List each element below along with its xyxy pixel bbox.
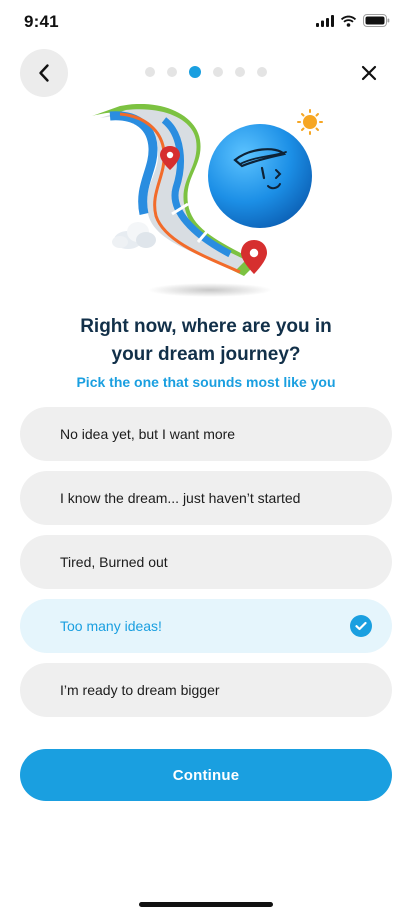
status-icons: [316, 14, 390, 27]
ground-shadow: [148, 283, 272, 297]
continue-button[interactable]: Continue: [20, 749, 392, 801]
close-button[interactable]: [356, 60, 382, 86]
option-item[interactable]: Too many ideas!: [20, 599, 392, 653]
progress-dot: [213, 67, 223, 77]
option-label: No idea yet, but I want more: [60, 426, 236, 442]
sun: [297, 109, 323, 135]
option-item[interactable]: No idea yet, but I want more: [20, 407, 392, 461]
question-line-1: Right now, where are you in: [80, 316, 332, 337]
question-heading: Right now, where are you in your dream j…: [0, 313, 412, 369]
progress-dot: [257, 67, 267, 77]
wifi-icon: [340, 15, 357, 27]
option-label: I’m ready to dream bigger: [60, 682, 220, 698]
progress-dot-active: [189, 66, 201, 78]
option-label: Tired, Burned out: [60, 554, 168, 570]
progress-dot: [235, 67, 245, 77]
option-item[interactable]: I know the dream... just haven’t started: [20, 471, 392, 525]
close-icon: [361, 65, 377, 81]
question-subtitle: Pick the one that sounds most like you: [76, 374, 336, 390]
option-label: I know the dream... just haven’t started: [60, 490, 301, 506]
cloud: [112, 222, 156, 249]
ball-character: [208, 124, 312, 228]
battery-icon: [363, 14, 390, 27]
option-item[interactable]: Tired, Burned out: [20, 535, 392, 589]
status-time: 9:41: [24, 12, 59, 31]
question-line-2: your dream journey?: [111, 344, 301, 365]
journey-illustration: [92, 104, 323, 297]
progress-dot: [145, 67, 155, 77]
options-list: No idea yet, but I want more I know the d…: [20, 407, 392, 727]
option-item[interactable]: I’m ready to dream bigger: [20, 663, 392, 717]
check-circle-icon: [350, 615, 372, 637]
progress-indicator: [0, 66, 412, 78]
continue-label: Continue: [172, 766, 240, 784]
progress-dot: [167, 67, 177, 77]
signal-icon: [316, 14, 334, 27]
option-label: Too many ideas!: [60, 618, 162, 634]
status-bar: 9:41: [0, 0, 412, 44]
home-indicator: [139, 902, 273, 907]
